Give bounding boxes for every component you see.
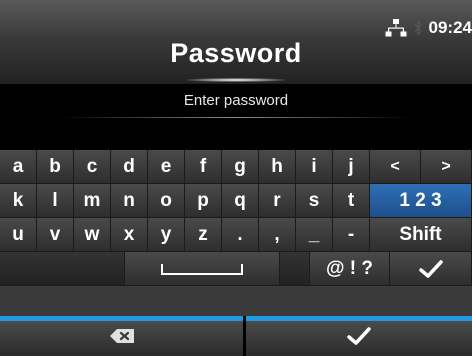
key-hyphen[interactable]: - [333,218,370,252]
status-bar: 09:24 [385,16,472,40]
backspace-accent [0,316,243,321]
key-w[interactable]: w [74,218,111,252]
shift-key[interactable]: Shift [370,218,472,252]
key-o[interactable]: o [148,184,185,218]
password-field[interactable] [0,120,472,148]
key-l[interactable]: l [37,184,74,218]
password-screen: 09:24 Password Enter password a b c d e … [0,0,472,356]
key-n[interactable]: n [111,184,148,218]
cursor-left-key[interactable]: < [370,150,421,184]
key-q[interactable]: q [222,184,259,218]
space-icon [161,263,243,275]
key-s[interactable]: s [296,184,333,218]
backspace-icon [109,329,134,343]
enter-key[interactable] [390,252,472,286]
key-f[interactable]: f [185,150,222,184]
checkmark-icon [418,259,443,278]
key-c[interactable]: c [74,150,111,184]
key-y[interactable]: y [148,218,185,252]
blank-key-left [0,252,125,286]
key-p[interactable]: p [185,184,222,218]
network-icon [385,19,407,37]
key-d[interactable]: d [111,150,148,184]
key-i[interactable]: i [296,150,333,184]
symbols-key[interactable]: @ ! ? [310,252,390,286]
clock: 09:24 [428,18,472,37]
numeric-mode-key[interactable]: 1 2 3 [370,184,472,218]
blank-key-right [280,252,310,286]
key-z[interactable]: z [185,218,222,252]
key-j[interactable]: j [333,150,370,184]
key-b[interactable]: b [37,150,74,184]
key-m[interactable]: m [74,184,111,218]
key-u[interactable]: u [0,218,37,252]
confirm-accent [246,316,472,321]
confirm-button[interactable] [246,316,472,356]
key-comma[interactable]: , [259,218,296,252]
input-prompt: Enter password [183,92,289,109]
bottom-action-bar [0,316,472,356]
checkmark-icon [347,327,371,345]
bluetooth-icon [414,20,422,36]
key-t[interactable]: t [333,184,370,218]
page-title: Password [170,38,302,68]
key-v[interactable]: v [37,218,74,252]
key-x[interactable]: x [111,218,148,252]
key-a[interactable]: a [0,150,37,184]
on-screen-keyboard: a b c d e f g h i j < > k l m n o p q r … [0,150,472,316]
space-key[interactable] [125,252,280,286]
key-g[interactable]: g [222,150,259,184]
key-period[interactable]: . [222,218,259,252]
title-underline [186,78,286,82]
key-h[interactable]: h [259,150,296,184]
title-bar: 09:24 Password [0,0,472,84]
cursor-right-key[interactable]: > [421,150,472,184]
key-underscore[interactable]: _ [296,218,333,252]
password-input-area: Enter password [0,84,472,150]
backspace-button[interactable] [0,316,243,356]
prompt-divider [60,117,412,118]
key-r[interactable]: r [259,184,296,218]
key-e[interactable]: e [148,150,185,184]
key-k[interactable]: k [0,184,37,218]
